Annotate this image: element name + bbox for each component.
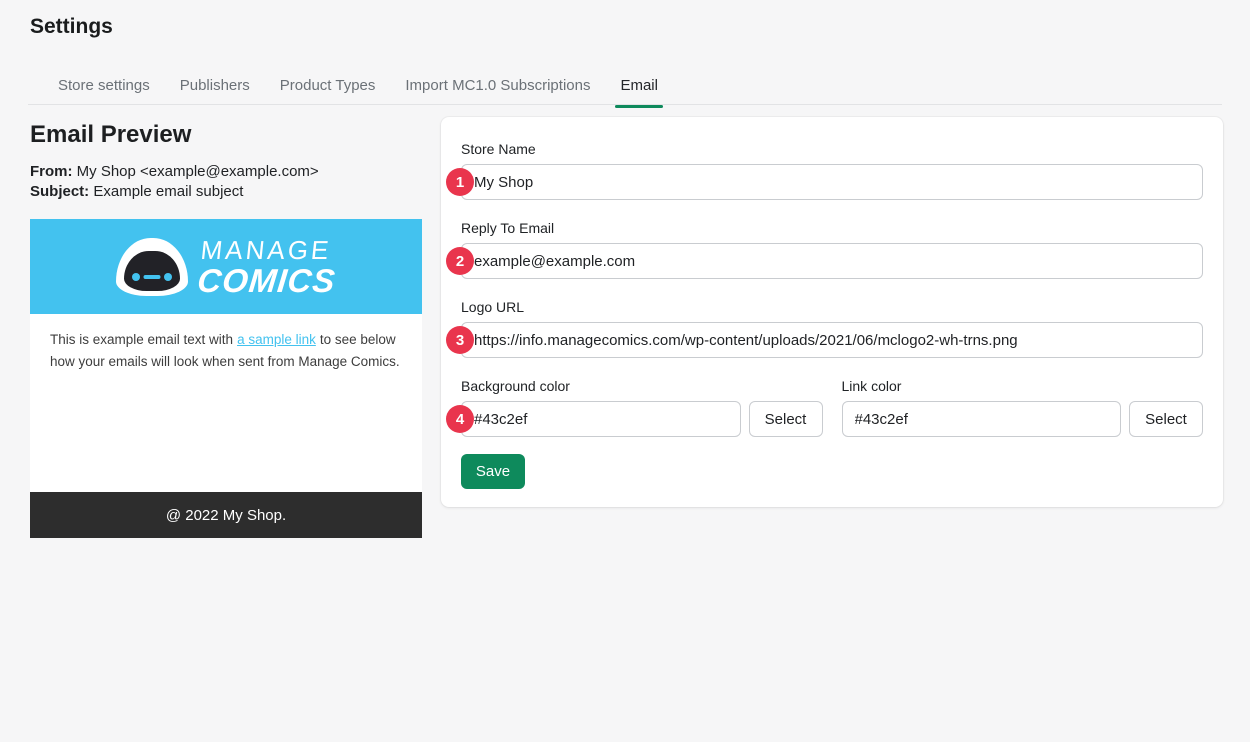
background-color-field-group: Background color 4 Select [446,378,823,437]
background-color-input[interactable] [461,401,741,437]
link-color-input[interactable] [841,401,1121,437]
from-label: From: [30,163,73,180]
email-subject-line: Subject: Example email subject [30,182,422,202]
background-color-label: Background color [461,378,570,394]
logo-word-comics: COMICS [195,261,338,299]
page-title: Settings [30,15,113,38]
tab-import-mc1-subscriptions[interactable]: Import MC1.0 Subscriptions [390,68,605,107]
link-color-select-button[interactable]: Select [1129,401,1203,437]
link-color-field-group: Link color Select [841,378,1203,437]
email-body-text-before: This is example email text with [50,332,234,347]
reply-to-email-field-group: Reply To Email 2 [446,220,1203,279]
robot-eye-right [163,272,172,281]
email-preview-panel: Email Preview From: My Shop <example@exa… [30,121,422,538]
email-from-line: From: My Shop <example@example.com> [30,162,422,182]
email-preview-frame: MANAGE COMICS This is example email text… [30,219,422,538]
tab-email[interactable]: Email [605,68,673,108]
reply-to-email-label: Reply To Email [461,220,555,236]
step-badge-4: 4 [446,405,474,433]
logo-word-manage: MANAGE [198,234,333,265]
logo-url-label: Logo URL [461,299,525,315]
logo-url-field-group: Logo URL 3 [446,299,1203,358]
store-name-field-group: Store Name 1 [446,141,1203,200]
tab-product-types[interactable]: Product Types [265,68,391,107]
email-header-banner: MANAGE COMICS [30,219,422,314]
robot-mouth [143,274,160,279]
email-body: This is example email text with a sample … [30,314,422,492]
step-badge-3: 3 [446,326,474,354]
step-badge-1: 1 [446,168,474,196]
email-settings-card: Store Name 1 Reply To Email 2 Logo URL 3… [441,117,1223,507]
robot-face-icon [115,237,188,296]
tab-publishers[interactable]: Publishers [165,68,265,107]
email-footer: @ 2022 My Shop. [30,492,422,538]
logo-url-input[interactable] [461,322,1203,358]
background-color-select-button[interactable]: Select [748,401,823,437]
email-footer-text: @ 2022 My Shop. [165,506,287,524]
subject-label: Subject: [30,183,90,200]
from-value: My Shop <example@example.com> [76,163,319,180]
link-color-label: Link color [841,378,902,394]
subject-value: Example email subject [93,183,244,200]
save-button[interactable]: Save [461,454,525,489]
email-preview-title: Email Preview [30,121,192,148]
reply-to-email-input[interactable] [461,243,1203,279]
tabs-divider [28,104,1222,105]
email-meta: From: My Shop <example@example.com> Subj… [30,162,422,202]
settings-tabs: Store settings Publishers Product Types … [43,68,673,108]
store-name-label: Store Name [461,141,536,157]
color-settings-row: Background color 4 Select Link color Sel… [446,378,1203,437]
robot-eye-left [131,272,140,281]
manage-comics-logo: MANAGE COMICS [195,234,339,299]
tab-store-settings[interactable]: Store settings [43,68,165,107]
store-name-input[interactable] [461,164,1203,200]
sample-link[interactable]: a sample link [237,332,316,347]
step-badge-2: 2 [446,247,474,275]
